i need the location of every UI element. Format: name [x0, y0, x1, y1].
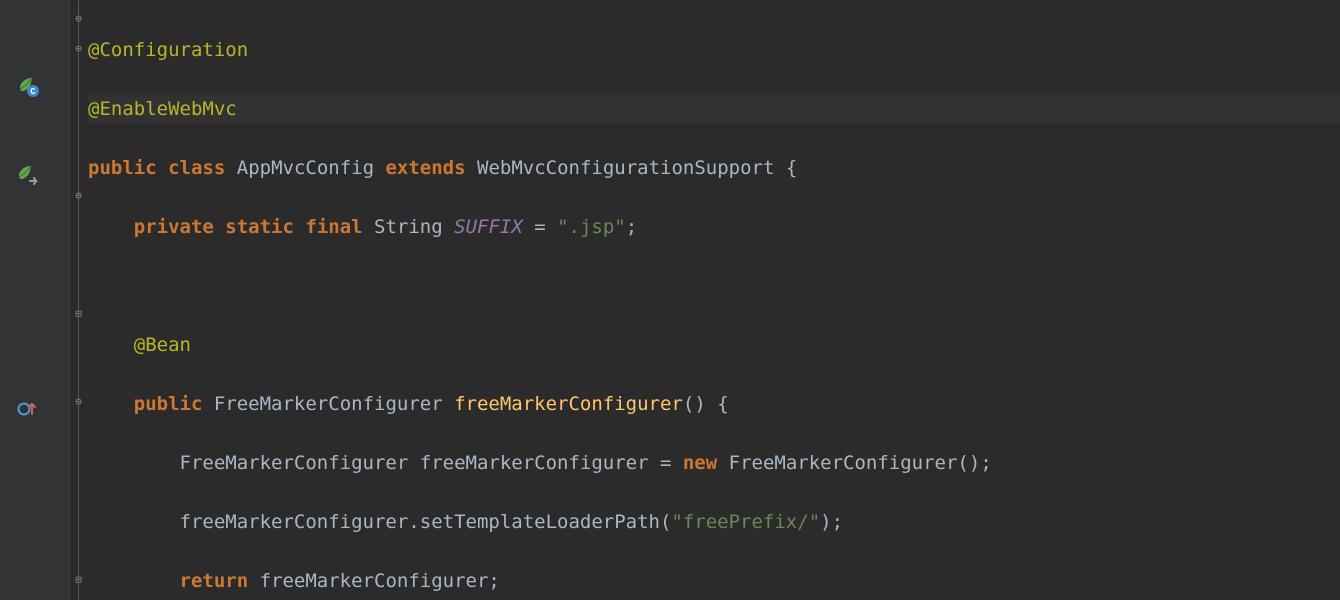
- spring-bean-icon[interactable]: C: [16, 74, 40, 98]
- code-line[interactable]: public FreeMarkerConfigurer freeMarkerCo…: [88, 390, 1340, 420]
- code-area[interactable]: @Configuration @EnableWebMvc public clas…: [88, 0, 1340, 600]
- code-line[interactable]: @EnableWebMvc: [88, 95, 1340, 125]
- spring-publish-icon[interactable]: [16, 163, 42, 187]
- fold-toggle-icon[interactable]: ⊖: [73, 44, 84, 55]
- code-line[interactable]: @Bean: [88, 331, 1340, 361]
- code-line[interactable]: public class AppMvcConfig extends WebMvc…: [88, 154, 1340, 184]
- code-line[interactable]: private static final String SUFFIX = ".j…: [88, 213, 1340, 243]
- code-line[interactable]: [88, 272, 1340, 302]
- fold-toggle-icon[interactable]: ⊖: [73, 397, 84, 408]
- code-line[interactable]: freeMarkerConfigurer.setTemplateLoaderPa…: [88, 508, 1340, 538]
- code-line[interactable]: return freeMarkerConfigurer;: [88, 567, 1340, 597]
- field-suffix: SUFFIX: [454, 216, 523, 238]
- override-up-icon[interactable]: [16, 398, 38, 420]
- fold-column: ⊖ ⊖ ⊖ ⊟ ⊖ ⊟: [70, 0, 88, 600]
- code-line[interactable]: @Configuration: [88, 36, 1340, 66]
- fold-end-icon[interactable]: ⊟: [73, 575, 84, 586]
- fold-toggle-icon[interactable]: ⊖: [73, 14, 84, 25]
- code-editor[interactable]: C ⊖ ⊖ ⊖ ⊟ ⊖ ⊟ @Configuration @E: [0, 0, 1340, 600]
- gutter: C: [0, 0, 70, 600]
- svg-text:C: C: [30, 87, 36, 97]
- code-line[interactable]: FreeMarkerConfigurer freeMarkerConfigure…: [88, 449, 1340, 479]
- fold-end-icon[interactable]: ⊟: [73, 309, 84, 320]
- method-name: freeMarkerConfigurer: [454, 393, 683, 415]
- annotation: @Configuration: [88, 39, 248, 61]
- fold-toggle-icon[interactable]: ⊖: [73, 191, 84, 202]
- annotation: @Bean: [134, 334, 191, 356]
- annotation: @EnableWebMvc: [88, 98, 237, 120]
